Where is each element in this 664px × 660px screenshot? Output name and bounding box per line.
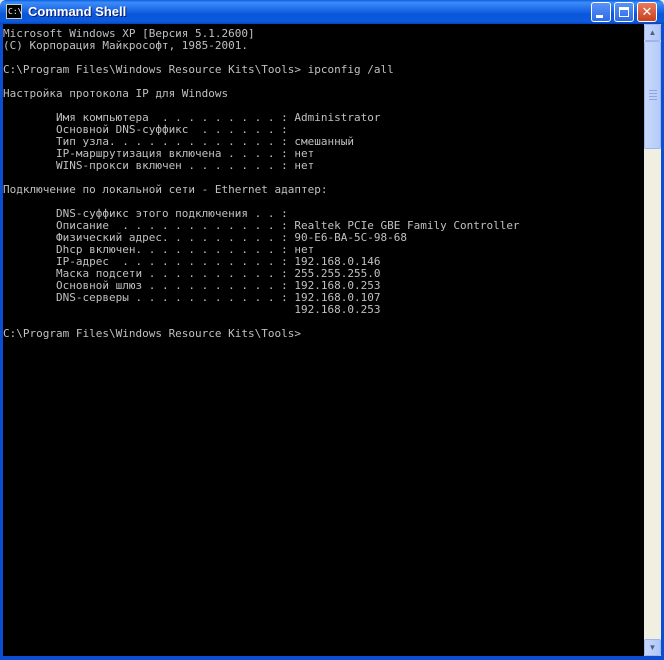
console-line: 192.168.0.253 (3, 303, 381, 316)
vertical-scrollbar[interactable]: ▲ ▼ (644, 24, 661, 656)
console-line: (С) Корпорация Майкрософт, 1985-2001. (3, 39, 249, 52)
console-output[interactable]: Microsoft Windows XP [Версия 5.1.2600] (… (3, 24, 644, 656)
arrow-down-icon: ▼ (648, 643, 657, 652)
grip-line (649, 90, 657, 91)
maximize-icon (619, 7, 629, 17)
scroll-down-button[interactable]: ▼ (644, 639, 661, 656)
title-bar[interactable]: C:\ Command Shell ✕ (0, 0, 664, 24)
window-title: Command Shell (28, 4, 127, 19)
close-button[interactable]: ✕ (637, 2, 657, 22)
console-line: Настройка протокола IP для Windows (3, 87, 229, 100)
grip-line (649, 99, 657, 100)
grip-line (649, 96, 657, 97)
window-frame-bottom (0, 656, 664, 660)
grip-line (649, 93, 657, 94)
arrow-up-icon: ▲ (648, 28, 657, 37)
console-line: Подключение по локальной сети - Ethernet… (3, 183, 328, 196)
minimize-button[interactable] (591, 2, 611, 22)
console-line: C:\Program Files\Windows Resource Kits\T… (3, 327, 302, 340)
console-text[interactable]: Microsoft Windows XP [Версия 5.1.2600] (… (3, 24, 644, 340)
scroll-up-button[interactable]: ▲ (644, 24, 661, 41)
console-line: WINS-прокси включен . . . . . . . : нет (3, 159, 315, 172)
close-icon: ✕ (641, 5, 653, 20)
console-icon[interactable]: C:\ (6, 4, 22, 19)
maximize-button[interactable] (614, 2, 634, 22)
console-line: C:\Program Files\Windows Resource Kits\T… (3, 63, 394, 76)
minimize-icon (596, 15, 603, 18)
scroll-thumb[interactable] (644, 41, 661, 149)
command-shell-window: C:\ Command Shell ✕ Microsoft Windows XP… (0, 0, 664, 660)
